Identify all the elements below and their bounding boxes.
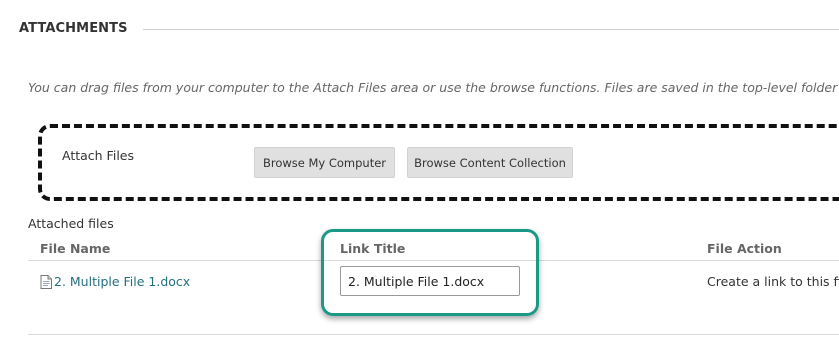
attachments-page: ATTACHMENTS You can drag files from your… — [0, 0, 839, 341]
document-icon — [40, 274, 52, 289]
attach-instructions: You can drag files from your computer to… — [28, 80, 839, 95]
file-action-text: Create a link to this file — [707, 274, 839, 289]
attached-file-link[interactable]: 2. Multiple File 1.docx — [40, 274, 190, 289]
attached-file-name: 2. Multiple File 1.docx — [54, 274, 191, 289]
column-header-file-name: File Name — [40, 241, 111, 256]
attached-files-label: Attached files — [28, 216, 114, 231]
browse-my-computer-button[interactable]: Browse My Computer — [254, 147, 395, 178]
table-bottom-divider — [28, 334, 839, 335]
column-header-file-action: File Action — [707, 241, 782, 256]
section-title: ATTACHMENTS — [19, 21, 128, 36]
attach-files-label: Attach Files — [62, 148, 134, 163]
browse-content-collection-button[interactable]: Browse Content Collection — [407, 147, 573, 178]
link-title-input[interactable] — [340, 266, 520, 296]
section-divider — [143, 29, 839, 30]
